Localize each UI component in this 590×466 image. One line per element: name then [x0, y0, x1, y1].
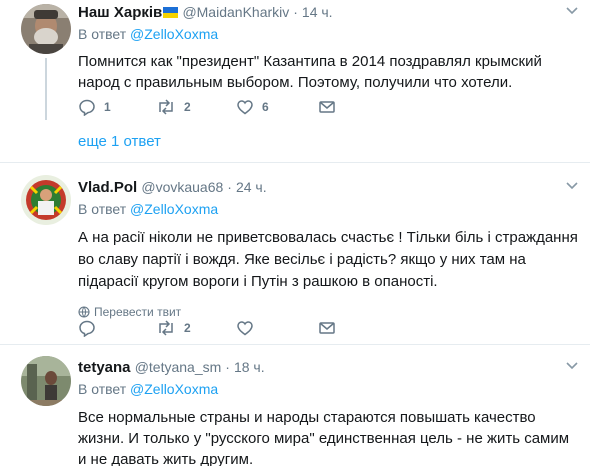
dm-button[interactable] — [318, 97, 344, 117]
dm-icon — [319, 101, 335, 113]
avatar-nash-kharkiv[interactable] — [21, 4, 71, 54]
reply-count: 1 — [104, 100, 111, 114]
reply-context: В ответ @ZelloXoxma — [78, 201, 219, 217]
tweet-header: Наш Харків @MaidanKharkiv · 14 ч. — [78, 2, 578, 22]
chevron-down-icon[interactable] — [566, 6, 578, 16]
tweet-1[interactable]: Наш Харків @MaidanKharkiv · 14 ч. В ответ … — [0, 0, 590, 124]
display-name[interactable]: Наш Харків — [78, 4, 162, 21]
ukraine-flag-icon — [163, 7, 179, 18]
retweet-button[interactable]: 2 — [156, 318, 191, 338]
like-button[interactable] — [236, 318, 262, 338]
chevron-down-icon[interactable] — [566, 361, 578, 371]
tweet-header: Vlad.Pol @vovkaua68 · 24 ч. — [78, 177, 578, 197]
timestamp[interactable]: 14 ч. — [302, 4, 333, 20]
reply-context: В ответ @ZelloXoxma — [78, 26, 219, 42]
retweet-count: 2 — [184, 100, 191, 114]
tweet-text: А на расії ніколи не приветсвовалась сча… — [78, 229, 578, 290]
chevron-down-icon[interactable] — [566, 181, 578, 191]
display-name[interactable]: tetyana — [78, 359, 131, 376]
user-handle[interactable]: @tetyana_sm — [135, 359, 222, 375]
reply-context: В ответ @ZelloXoxma — [78, 381, 219, 397]
translate-tweet-link[interactable]: Перевести твит — [78, 305, 578, 319]
like-icon — [237, 100, 253, 115]
dm-button[interactable] — [318, 318, 344, 338]
user-handle[interactable]: @MaidanKharkiv — [182, 4, 289, 20]
reply-button[interactable] — [78, 318, 104, 338]
display-name[interactable]: Vlad.Pol — [78, 179, 137, 196]
retweet-icon — [159, 320, 173, 336]
dm-icon — [319, 322, 335, 334]
reply-icon — [79, 99, 95, 116]
globe-icon — [78, 306, 90, 318]
tweet-text: Помнится как "президент" Казантипа в 201… — [78, 53, 542, 91]
tweet-3[interactable]: tetyana @tetyana_sm · 18 ч. В ответ @Zello… — [0, 345, 590, 466]
user-handle[interactable]: @vovkaua68 — [141, 179, 223, 195]
mention-link[interactable]: @ZelloXoxma — [130, 381, 218, 397]
mention-link[interactable]: @ZelloXoxma — [130, 26, 218, 42]
retweet-icon — [159, 99, 173, 115]
tweet-header: tetyana @tetyana_sm · 18 ч. — [78, 357, 578, 377]
reply-button[interactable]: 1 — [78, 97, 111, 117]
like-count: 6 — [262, 100, 269, 114]
thread-line — [45, 58, 47, 120]
avatar-vlad-pol[interactable] — [21, 175, 71, 225]
tweet-text: Все нормальные страны и народы стараются… — [78, 409, 570, 466]
avatar-tetyana[interactable] — [21, 356, 71, 406]
like-icon — [237, 321, 253, 336]
like-button[interactable]: 6 — [236, 97, 269, 117]
retweet-button[interactable]: 2 — [156, 97, 191, 117]
mention-link[interactable]: @ZelloXoxma — [130, 201, 218, 217]
timestamp[interactable]: 24 ч. — [236, 179, 267, 195]
timestamp[interactable]: 18 ч. — [234, 359, 265, 375]
show-more-replies-link[interactable]: еще 1 ответ — [78, 133, 161, 150]
reply-icon — [79, 320, 95, 337]
retweet-count: 2 — [184, 321, 191, 335]
tweet-2[interactable]: Vlad.Pol @vovkaua68 · 24 ч. В ответ @Zello… — [0, 163, 590, 343]
